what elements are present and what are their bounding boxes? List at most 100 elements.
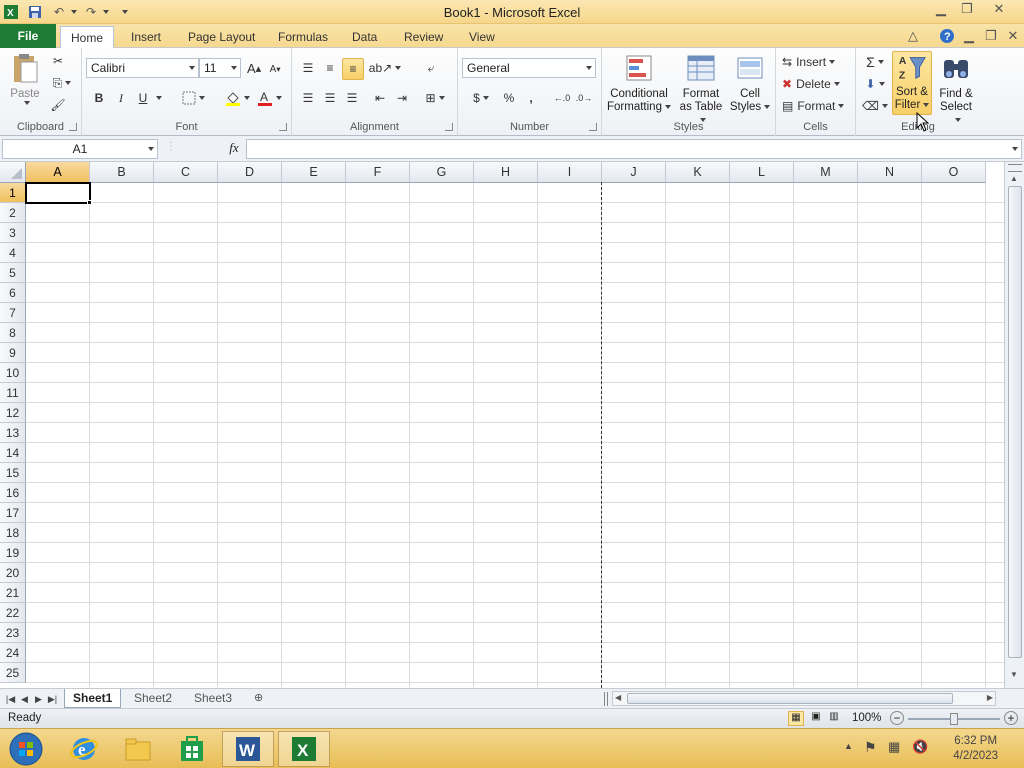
- tab-insert[interactable]: Insert: [121, 26, 171, 48]
- horizontal-scroll-thumb[interactable]: [627, 693, 953, 704]
- font-color-button[interactable]: A: [254, 88, 284, 108]
- network-icon[interactable]: ▦: [888, 739, 900, 755]
- row-header-5[interactable]: 5: [0, 263, 26, 283]
- comma-button[interactable]: ,: [522, 88, 540, 108]
- column-header-f[interactable]: F: [346, 162, 410, 183]
- tab-review[interactable]: Review: [394, 26, 453, 48]
- align-left-icon[interactable]: ☰: [298, 88, 318, 108]
- column-header-n[interactable]: N: [858, 162, 922, 183]
- row-header-19[interactable]: 19: [0, 543, 26, 563]
- taskbar-explorer[interactable]: [112, 731, 164, 767]
- formula-input[interactable]: [246, 139, 1022, 159]
- tab-split-handle[interactable]: [604, 692, 608, 706]
- column-header-l[interactable]: L: [730, 162, 794, 183]
- column-header-b[interactable]: B: [90, 162, 154, 183]
- row-header-17[interactable]: 17: [0, 503, 26, 523]
- align-top-icon[interactable]: ☰: [298, 58, 318, 78]
- taskbar-clock[interactable]: 6:32 PM 4/2/2023: [953, 734, 998, 764]
- taskbar-excel[interactable]: X: [278, 731, 330, 767]
- format-as-table-button[interactable]: Format as Table: [676, 52, 726, 127]
- insert-cells-button[interactable]: ⇆ Insert: [782, 52, 852, 72]
- sheet-tab-sheet1[interactable]: Sheet1: [64, 689, 122, 708]
- find-select-button[interactable]: Find & Select: [936, 52, 976, 127]
- tab-file[interactable]: File: [0, 24, 56, 48]
- fill-button[interactable]: ⬇: [862, 74, 888, 94]
- increase-indent-icon[interactable]: ⇥: [392, 88, 412, 108]
- taskbar-word[interactable]: W: [222, 731, 274, 767]
- scroll-up-icon[interactable]: ▲: [1010, 174, 1018, 183]
- row-header-15[interactable]: 15: [0, 463, 26, 483]
- row-header-4[interactable]: 4: [0, 243, 26, 263]
- row-header-6[interactable]: 6: [0, 283, 26, 303]
- number-launcher-icon[interactable]: [589, 123, 597, 131]
- row-header-8[interactable]: 8: [0, 323, 26, 343]
- currency-button[interactable]: $: [466, 88, 496, 108]
- first-sheet-icon[interactable]: |◀: [4, 691, 17, 707]
- zoom-out-icon[interactable]: −: [890, 711, 904, 725]
- increase-decimal-icon[interactable]: ←.0: [552, 88, 572, 108]
- start-button[interactable]: [2, 731, 50, 767]
- sort-filter-button[interactable]: AZ Sort & Filter: [892, 51, 932, 115]
- wrap-text-icon[interactable]: ⤶: [420, 58, 442, 78]
- row-header-18[interactable]: 18: [0, 523, 26, 543]
- page-layout-view-icon[interactable]: ▣: [808, 711, 824, 726]
- row-header-21[interactable]: 21: [0, 583, 26, 603]
- row-header-13[interactable]: 13: [0, 423, 26, 443]
- column-header-j[interactable]: J: [602, 162, 666, 183]
- alignment-launcher-icon[interactable]: [445, 123, 453, 131]
- page-break-view-icon[interactable]: ▥: [826, 711, 842, 726]
- prev-sheet-icon[interactable]: ◀: [18, 691, 31, 707]
- row-header-25[interactable]: 25: [0, 663, 26, 683]
- row-header-3[interactable]: 3: [0, 223, 26, 243]
- align-bottom-icon[interactable]: ≡: [342, 58, 364, 80]
- row-header-9[interactable]: 9: [0, 343, 26, 363]
- number-format-combo[interactable]: General: [462, 58, 596, 78]
- row-header-1[interactable]: 1: [0, 183, 26, 203]
- column-header-k[interactable]: K: [666, 162, 730, 183]
- active-cell[interactable]: [25, 182, 91, 204]
- row-header-12[interactable]: 12: [0, 403, 26, 423]
- row-header-11[interactable]: 11: [0, 383, 26, 403]
- restore-icon[interactable]: ❐: [952, 0, 982, 18]
- volume-muted-icon[interactable]: 🔇: [912, 739, 928, 755]
- shrink-font-icon[interactable]: A ▾: [266, 60, 284, 78]
- taskbar-store[interactable]: [166, 731, 218, 767]
- row-header-24[interactable]: 24: [0, 643, 26, 663]
- zoom-slider-thumb[interactable]: [950, 713, 958, 725]
- paste-button[interactable]: Paste: [6, 52, 44, 105]
- tab-page-layout[interactable]: Page Layout: [178, 26, 265, 48]
- row-header-10[interactable]: 10: [0, 363, 26, 383]
- select-all-button[interactable]: [0, 162, 26, 183]
- name-box[interactable]: A1: [2, 139, 158, 159]
- column-header-i[interactable]: I: [538, 162, 602, 183]
- tab-home[interactable]: Home: [60, 26, 115, 49]
- row-header-23[interactable]: 23: [0, 623, 26, 643]
- column-header-d[interactable]: D: [218, 162, 282, 183]
- decrease-decimal-icon[interactable]: .0→: [574, 88, 594, 108]
- horizontal-scrollbar[interactable]: ◀ ▶: [612, 691, 996, 706]
- scroll-down-icon[interactable]: ▼: [1010, 670, 1018, 679]
- fill-color-button[interactable]: [222, 88, 252, 108]
- vertical-scrollbar[interactable]: ▲ ▼: [1004, 162, 1024, 688]
- row-header-7[interactable]: 7: [0, 303, 26, 323]
- column-header-a[interactable]: A: [26, 162, 90, 183]
- cut-icon[interactable]: ✂: [48, 52, 68, 70]
- formula-bar-splitter[interactable]: ⋮: [166, 141, 218, 157]
- column-header-m[interactable]: M: [794, 162, 858, 183]
- zoom-level[interactable]: 100%: [852, 712, 881, 724]
- row-header-2[interactable]: 2: [0, 203, 26, 223]
- underline-button[interactable]: U: [134, 88, 152, 108]
- normal-view-icon[interactable]: ▦: [788, 711, 804, 726]
- grow-font-icon[interactable]: A ▴: [244, 58, 264, 78]
- align-middle-icon[interactable]: ≡: [320, 58, 340, 78]
- expand-formula-icon[interactable]: [1012, 147, 1018, 151]
- font-name-combo[interactable]: Calibri: [86, 58, 199, 78]
- align-right-icon[interactable]: ☰: [342, 88, 362, 108]
- last-sheet-icon[interactable]: ▶|: [46, 691, 59, 707]
- scroll-right-icon[interactable]: ▶: [987, 693, 993, 702]
- column-header-e[interactable]: E: [282, 162, 346, 183]
- worksheet-grid[interactable]: ABCDEFGHIJKLMNO 1 2 3 4 5 6 7 8 9 10 11 12 13 14 15 16 1…: [0, 162, 1004, 688]
- next-sheet-icon[interactable]: ▶: [32, 691, 45, 707]
- insert-function-button[interactable]: fx: [224, 140, 244, 158]
- clear-button[interactable]: ⌫: [862, 96, 888, 116]
